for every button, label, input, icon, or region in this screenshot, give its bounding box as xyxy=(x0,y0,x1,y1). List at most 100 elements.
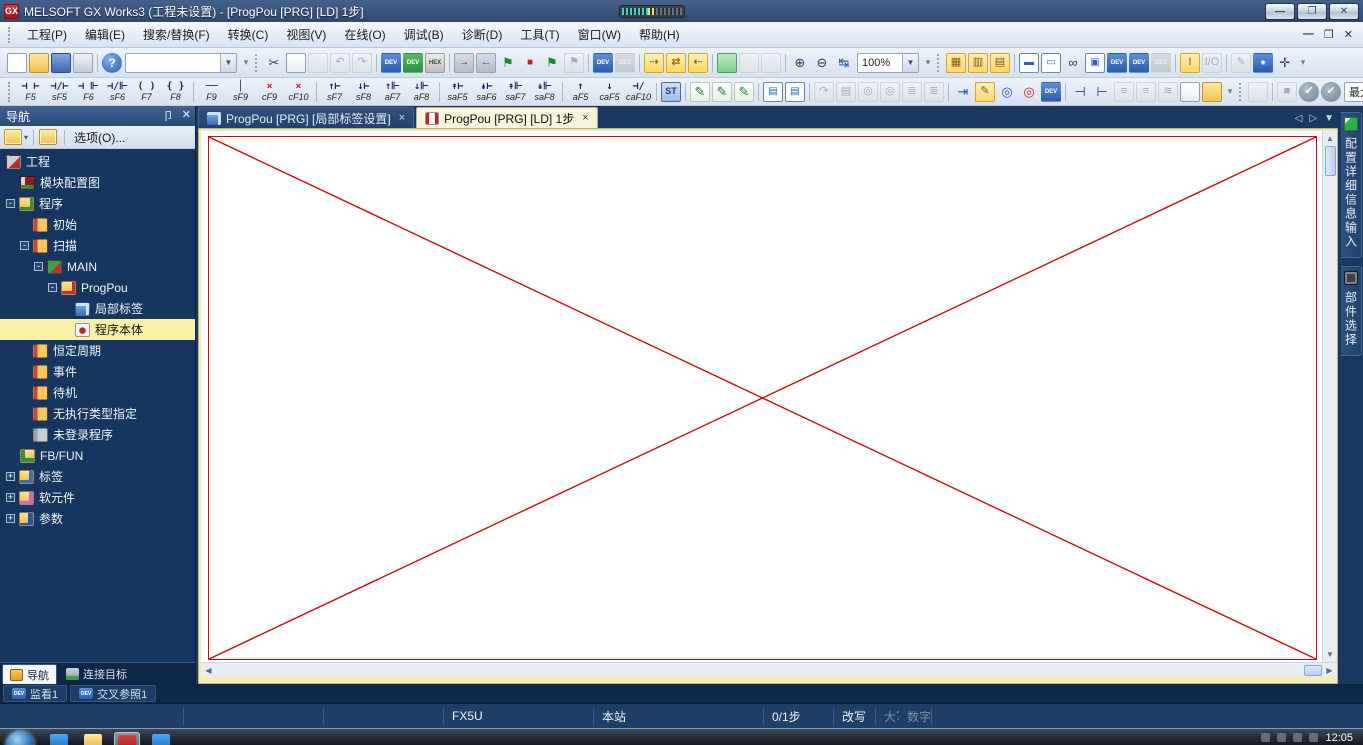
minimize-button[interactable]: — xyxy=(1265,2,1295,20)
delete-horizontal-line-button[interactable]: × cF9 xyxy=(256,80,283,103)
align2-disabled-icon[interactable]: ≡ xyxy=(1136,81,1156,102)
taskbar-app-blue2-icon[interactable] xyxy=(148,732,174,745)
pin-icon[interactable]: 卩 xyxy=(163,108,174,124)
open-branch-button[interactable]: ⊣ ⊩ F6 xyxy=(75,80,102,103)
check-program-icon[interactable]: ✔ xyxy=(1299,81,1319,102)
scroll-right-icon[interactable]: ▶ xyxy=(1322,663,1337,678)
panel-tab[interactable]: 连接目标 xyxy=(59,664,134,684)
tree-item[interactable]: + 软元件 xyxy=(0,487,195,508)
vertical-scroll-thumb[interactable] xyxy=(1324,146,1336,176)
menu-item[interactable]: 帮助(H) xyxy=(630,24,689,46)
panel-tab[interactable]: 导航 xyxy=(2,664,57,684)
list-disabled-icon[interactable]: ▤ xyxy=(836,81,856,102)
edit-branch-icon[interactable]: ✎ xyxy=(734,81,754,102)
tab-scroll-right-icon[interactable]: ▷ xyxy=(1309,113,1317,124)
paste-special-disabled-icon[interactable] xyxy=(1248,81,1268,102)
project-combo[interactable]: ▼ xyxy=(125,52,237,73)
edit-mode-toggle-icon[interactable]: ✎ xyxy=(975,81,995,102)
menu-item[interactable]: 工程(P) xyxy=(18,24,76,46)
tree-item[interactable]: + 参数 xyxy=(0,508,195,529)
open-contact-button[interactable]: ⊣ ⊢ F5 xyxy=(17,80,44,103)
tree-item[interactable]: 局部标签 xyxy=(0,298,195,319)
window-monitor-disabled-icon[interactable] xyxy=(739,52,759,73)
falling-pulse-close-button[interactable]: ↓⊩ aF8 xyxy=(408,80,435,103)
scroll-left-icon[interactable]: ◀ xyxy=(201,663,216,678)
rising-pulse-branch-button[interactable]: ↟⊢ saF5 xyxy=(444,80,471,103)
tray-icon[interactable] xyxy=(1261,733,1271,742)
notch-left-icon[interactable]: ⊣ xyxy=(1070,82,1090,102)
device-find-icon[interactable]: DEV xyxy=(381,52,401,73)
tree-display-icon[interactable] xyxy=(4,129,22,145)
edit-contact-icon[interactable]: ✎ xyxy=(712,81,732,102)
monitor-disabled-icon[interactable]: ⚑ xyxy=(564,52,584,73)
vertical-scrollbar[interactable]: ▲ ▼ xyxy=(1322,131,1337,662)
device-monitor-disabled-icon[interactable]: DEV xyxy=(615,52,635,73)
right-panel-tab[interactable]: 配置详细信息输入 xyxy=(1341,112,1362,258)
write-to-plc-icon[interactable]: → xyxy=(454,52,474,73)
redo-icon[interactable]: ↷ xyxy=(352,52,372,73)
tree-item[interactable]: 待机 xyxy=(0,382,195,403)
menu-item[interactable]: 转换(C) xyxy=(219,24,278,46)
tree-item[interactable]: 无执行类型指定 xyxy=(0,403,195,424)
mdi-close-button[interactable]: ✕ xyxy=(1344,28,1353,41)
coil-grid-icon[interactable]: ▤ xyxy=(785,81,805,102)
print-icon[interactable] xyxy=(73,52,93,73)
scroll-down-icon[interactable]: ▼ xyxy=(1323,647,1338,662)
dock-tab[interactable]: DEV 交叉参照1 xyxy=(70,685,157,702)
falling-pulse-branch-button[interactable]: ↡⊢ saF6 xyxy=(473,80,500,103)
menu-item[interactable]: 诊断(D) xyxy=(453,24,512,46)
taskbar-gxworks3-icon[interactable] xyxy=(114,732,140,745)
menu-item[interactable]: 调试(B) xyxy=(395,24,453,46)
mdi-minimize-button[interactable]: — xyxy=(1303,28,1314,41)
help-icon[interactable]: ? xyxy=(102,52,122,73)
cut-icon[interactable]: ✂ xyxy=(264,53,284,73)
delete-row-disabled-icon[interactable]: ≣ xyxy=(924,81,944,102)
io-disabled-icon[interactable]: I/O xyxy=(1202,52,1222,73)
find-disabled-icon[interactable]: ◎ xyxy=(858,81,878,102)
device-eye-icon[interactable]: ◉ xyxy=(1253,52,1273,73)
device-grid-icon[interactable]: DEV xyxy=(1129,52,1149,73)
combo-dropdown-icon[interactable]: ▼ xyxy=(220,53,236,72)
delete-vertical-line-button[interactable]: × cF10 xyxy=(285,80,312,103)
start-button-icon[interactable] xyxy=(6,731,34,745)
menu-item[interactable]: 视图(V) xyxy=(277,24,335,46)
zoom-in-icon[interactable]: ⊕ xyxy=(790,53,810,73)
close-contact-button[interactable]: ⊣/⊢ sF5 xyxy=(46,80,73,103)
device-grid-disabled-icon[interactable]: DEV xyxy=(1151,52,1171,73)
undo-icon[interactable]: ↶ xyxy=(330,52,350,73)
document-tab[interactable]: ProgPou [PRG] [LD] 1步 × xyxy=(416,107,598,128)
tray-icon[interactable] xyxy=(1293,733,1303,742)
options-link[interactable]: 选项(O)... xyxy=(70,127,129,148)
falling-pulse-close-branch-button[interactable]: ↡⊩ saF8 xyxy=(531,80,558,103)
restore-button[interactable]: ❐ xyxy=(1297,2,1327,20)
invert-operation-button[interactable]: ⊣/caF10 xyxy=(625,80,652,103)
device-q-icon[interactable]: DEV xyxy=(1041,81,1061,102)
combo-dropdown-icon[interactable]: ▼ xyxy=(902,53,918,72)
expander-icon[interactable]: - xyxy=(6,199,15,208)
note-icon[interactable] xyxy=(1202,81,1222,102)
label-edit-toggle-icon[interactable]: I xyxy=(1180,52,1200,73)
max-steps-combo[interactable]: 最大: ------- ▼ xyxy=(1344,81,1363,102)
tab-scroll-left-icon[interactable]: ◁ xyxy=(1295,113,1303,124)
coil-button[interactable]: ( ) F7 xyxy=(133,80,160,103)
horizontal-scroll-thumb[interactable] xyxy=(1304,664,1322,676)
tab-list-icon[interactable]: ▼ xyxy=(1324,113,1334,124)
sheet-grid-icon[interactable]: ▭ xyxy=(1041,52,1061,73)
expander-icon[interactable]: + xyxy=(6,472,15,481)
dock-tab[interactable]: DEV 监看1 xyxy=(3,685,68,702)
tree-item[interactable]: - 程序 xyxy=(0,193,195,214)
menu-item[interactable]: 编辑(E) xyxy=(76,24,134,46)
taskbar-explorer-icon[interactable] xyxy=(80,732,106,745)
tree-item[interactable]: - 扫描 xyxy=(0,235,195,256)
online-change-icon[interactable]: ⇄ xyxy=(666,52,686,73)
menu-item[interactable]: 窗口(W) xyxy=(569,24,630,46)
tree-display-dropdown-icon[interactable]: ▾ xyxy=(24,133,28,142)
edit-coil-icon[interactable]: ✎ xyxy=(690,81,710,102)
statement-list-disabled-icon[interactable]: ≋ xyxy=(1158,81,1178,102)
device-search-icon[interactable]: ✛ xyxy=(1275,53,1295,73)
right-panel-tab[interactable]: 部件选择 xyxy=(1341,266,1362,356)
rising-pulse-button[interactable]: ↑⊢ sF7 xyxy=(321,80,348,103)
vertical-line-button[interactable]: │ sF9 xyxy=(227,80,254,103)
expander-icon[interactable]: + xyxy=(6,493,15,502)
pulse-conversion-button[interactable]: ↓ caF5 xyxy=(596,80,623,103)
